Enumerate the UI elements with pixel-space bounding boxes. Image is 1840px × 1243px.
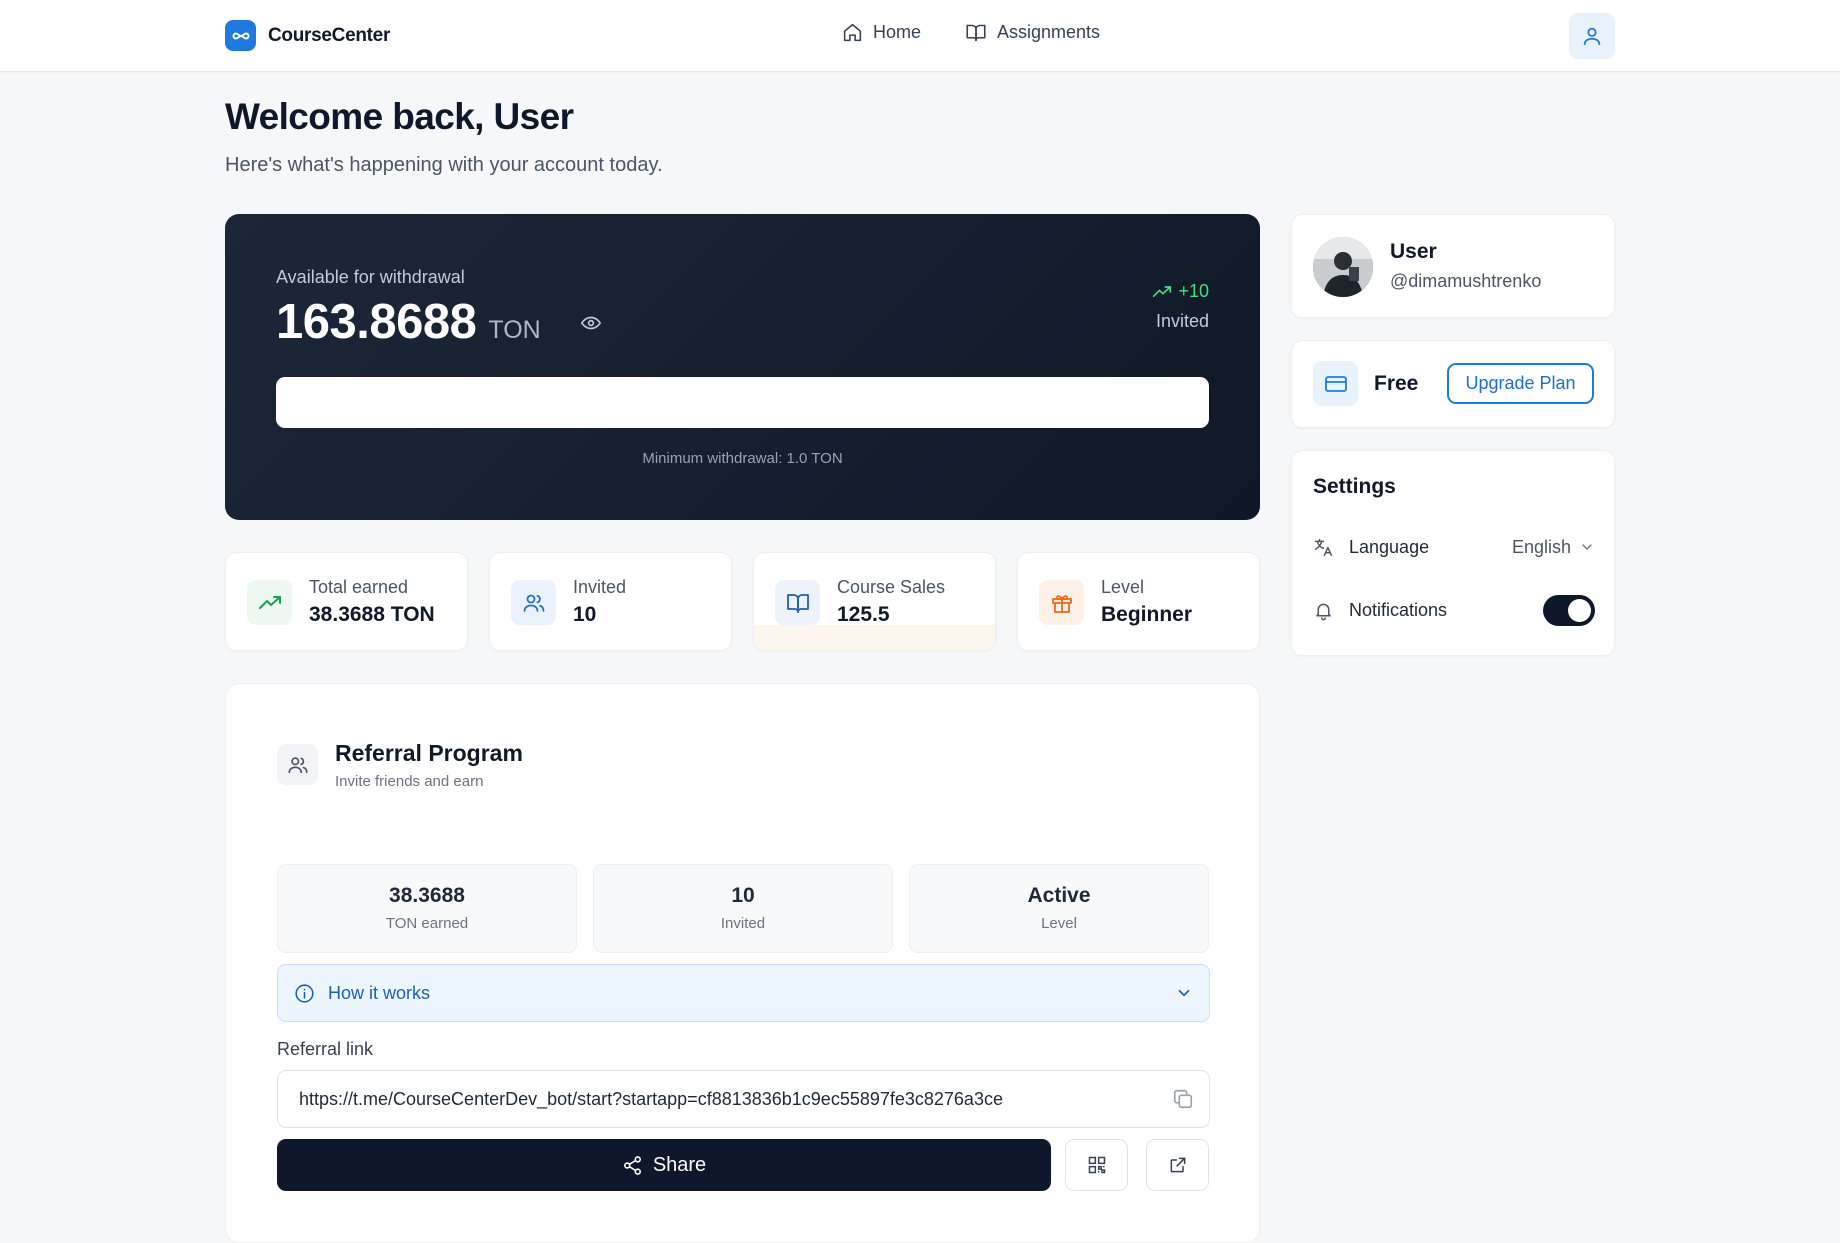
- info-icon: [294, 983, 315, 1004]
- copy-icon[interactable]: [1157, 1073, 1209, 1125]
- how-it-works-label: How it works: [328, 982, 431, 1003]
- stat-card-level: Level Beginner: [1017, 552, 1260, 651]
- nav-home[interactable]: Home: [842, 22, 921, 43]
- book-open-icon: [965, 22, 987, 43]
- stat-value: 125.5: [837, 603, 890, 626]
- qr-code-icon: [1087, 1155, 1107, 1175]
- balance-label: Available for withdrawal: [276, 267, 465, 287]
- users-icon: [277, 744, 318, 785]
- open-external-button[interactable]: [1146, 1139, 1209, 1191]
- nav-assignments[interactable]: Assignments: [965, 22, 1100, 43]
- toggle-knob: [1568, 598, 1591, 622]
- chevron-down-icon: [1579, 539, 1595, 555]
- balance-value: 163.8688: [276, 295, 477, 349]
- language-label: Language: [1349, 536, 1430, 557]
- stat-label: Course Sales: [837, 577, 946, 597]
- stat-value: 38.3688 TON: [309, 603, 435, 626]
- stat-card-course-sales: Course Sales 125.5: [753, 552, 996, 651]
- referral-stat-level: Active Level: [909, 864, 1209, 953]
- stat-label: Invited: [573, 577, 627, 597]
- referral-stat-value: 10: [731, 884, 755, 907]
- gift-icon: [1039, 580, 1084, 625]
- balance-amount: 163.8688 TON: [276, 294, 541, 350]
- referral-stat-earned: 38.3688 TON earned: [277, 864, 577, 953]
- notifications-toggle[interactable]: [1543, 594, 1595, 626]
- minimum-withdrawal-note: Minimum withdrawal: 1.0 TON: [642, 450, 843, 467]
- language-select-value[interactable]: English: [1512, 537, 1571, 558]
- referral-stat-label: Level: [1041, 915, 1077, 932]
- upgrade-plan-button[interactable]: Upgrade Plan: [1447, 363, 1594, 404]
- brand-name: CourseCenter: [268, 24, 391, 46]
- stat-value: Beginner: [1101, 603, 1193, 626]
- user-menu-button[interactable]: [1569, 13, 1615, 59]
- nav-assignments-label: Assignments: [997, 22, 1101, 42]
- page-subtitle: Here's what's happening with your accoun…: [225, 154, 663, 176]
- stat-label: Level: [1101, 577, 1145, 597]
- plan-name: Free: [1374, 372, 1419, 395]
- share-icon: [622, 1155, 643, 1176]
- trending-up-icon: [247, 580, 292, 625]
- stat-value: 10: [573, 603, 597, 626]
- top-navigation-bar: CourseCenter Home Assignments: [0, 0, 1840, 72]
- referral-stat-invited: 10 Invited: [593, 864, 893, 953]
- notifications-label: Notifications: [1349, 599, 1448, 620]
- infinity-logo-icon: [225, 20, 256, 51]
- avatar: [1313, 237, 1373, 297]
- referral-stat-label: TON earned: [385, 915, 469, 932]
- invited-trend: +10: [1152, 281, 1209, 302]
- referral-title: Referral Program: [335, 740, 523, 766]
- how-it-works-accordion[interactable]: How it works: [277, 964, 1210, 1022]
- referral-stat-value: Active: [1027, 884, 1091, 907]
- nav-home-label: Home: [873, 22, 922, 42]
- book-open-icon: [775, 580, 820, 625]
- invited-trend-label: Invited: [1155, 311, 1209, 331]
- main-nav: Home Assignments: [842, 22, 1100, 43]
- plan-card: Free Upgrade Plan: [1291, 340, 1615, 428]
- profile-name: User: [1390, 240, 1437, 263]
- trending-up-icon: [1152, 284, 1172, 300]
- profile-handle: @dimamushtrenko: [1390, 271, 1542, 291]
- profile-card[interactable]: User @dimamushtrenko: [1291, 214, 1615, 318]
- referral-stat-value: 38.3688: [389, 884, 465, 907]
- share-button-label: Share: [652, 1153, 707, 1176]
- referral-program-card: Referral Program Invite friends and earn…: [225, 683, 1260, 1243]
- settings-title: Settings: [1313, 475, 1396, 498]
- page-title: Welcome back, User: [225, 96, 574, 137]
- language-setting[interactable]: Language English: [1313, 530, 1595, 564]
- brand[interactable]: CourseCenter: [225, 20, 390, 51]
- invited-trend-value: +10: [1178, 281, 1209, 301]
- translate-icon: [1313, 537, 1334, 558]
- referral-link-label: Referral link: [277, 1039, 374, 1059]
- external-link-icon: [1168, 1155, 1188, 1175]
- stat-card-invited: Invited 10: [489, 552, 732, 651]
- referral-stat-label: Invited: [720, 915, 766, 932]
- chevron-down-icon: [1175, 984, 1193, 1002]
- stat-card-total-earned: Total earned 38.3688 TON: [225, 552, 468, 651]
- share-button[interactable]: Share: [277, 1139, 1051, 1191]
- referral-link-text[interactable]: https://t.me/CourseCenterDev_bot/start?s…: [299, 1089, 1157, 1110]
- credit-card-icon: [1313, 361, 1358, 406]
- settings-card: Settings Language English Notifications: [1291, 450, 1615, 656]
- eye-icon[interactable]: [580, 312, 602, 334]
- user-icon: [1581, 25, 1603, 47]
- referral-link-field[interactable]: https://t.me/CourseCenterDev_bot/start?s…: [277, 1070, 1210, 1128]
- users-icon: [511, 580, 556, 625]
- notifications-setting: Notifications: [1313, 593, 1595, 627]
- qr-code-button[interactable]: [1065, 1139, 1128, 1191]
- referral-subtitle: Invite friends and earn: [335, 773, 484, 790]
- balance-card: Available for withdrawal 163.8688 TON +1…: [225, 214, 1260, 520]
- stat-label: Total earned: [309, 577, 409, 597]
- home-icon: [842, 22, 863, 43]
- bell-icon: [1313, 600, 1334, 621]
- withdraw-amount-input[interactable]: [276, 377, 1209, 428]
- balance-unit: TON: [488, 316, 541, 344]
